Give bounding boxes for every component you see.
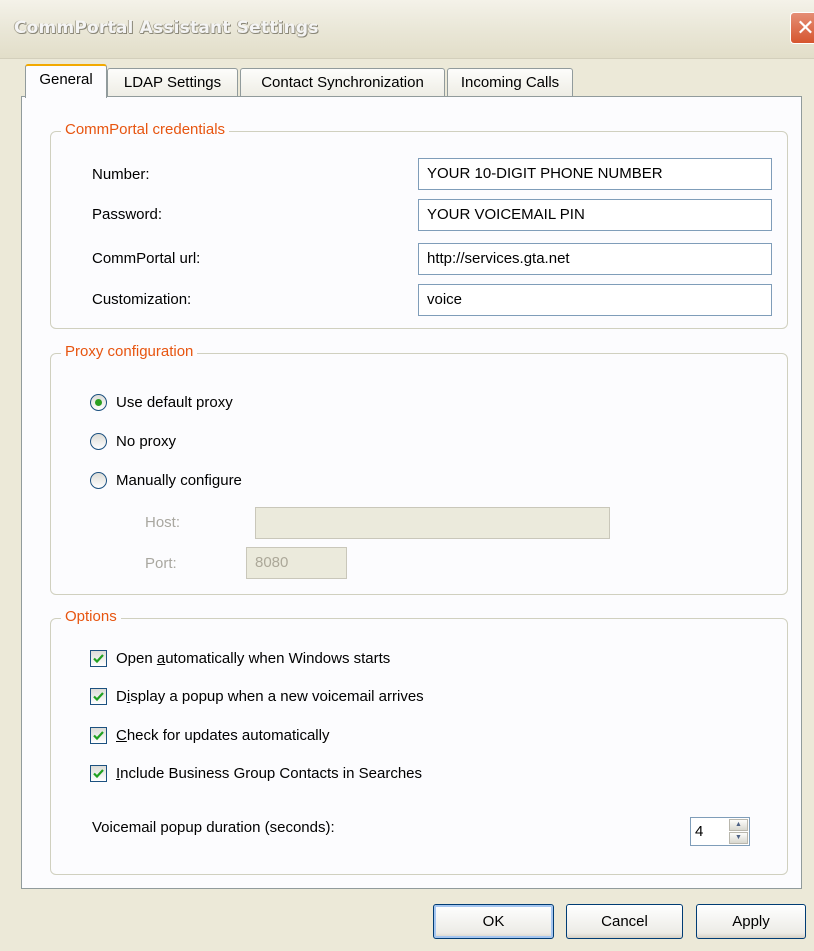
password-label: Password: <box>92 206 163 223</box>
tab-contact-synchronization[interactable]: Contact Synchronization <box>240 68 445 96</box>
password-field[interactable]: YOUR VOICEMAIL PIN <box>418 199 772 231</box>
popup-duration-label: Voicemail popup duration (seconds): <box>92 819 335 836</box>
options-group-title: Options <box>61 608 121 625</box>
use-default-proxy-radio[interactable] <box>90 394 107 411</box>
port-field[interactable]: 8080 <box>246 547 347 579</box>
checkmark-icon <box>93 731 104 741</box>
ok-button[interactable]: OK <box>433 904 554 939</box>
tab-incoming-calls[interactable]: Incoming Calls <box>447 68 573 96</box>
host-label: Host: <box>145 514 181 531</box>
no-proxy-radio[interactable] <box>90 433 107 450</box>
manually-configure-label[interactable]: Manually configure <box>116 472 242 489</box>
display-popup-label[interactable]: Display a popup when a new voicemail arr… <box>116 688 424 705</box>
spinner-buttons: ▲ ▼ <box>729 819 748 844</box>
number-field[interactable]: YOUR 10-DIGIT PHONE NUMBER <box>418 158 772 190</box>
display-popup-checkbox[interactable] <box>90 688 107 705</box>
spin-down-icon[interactable]: ▼ <box>729 832 748 844</box>
title-bar: CommPortal Assistant Settings ✕ <box>0 0 814 59</box>
number-label: Number: <box>92 166 150 183</box>
tab-general[interactable]: General <box>25 64 107 98</box>
tab-label: General <box>39 71 93 88</box>
checkmark-icon <box>93 654 104 664</box>
cancel-button[interactable]: Cancel <box>566 904 683 939</box>
tab-label: LDAP Settings <box>123 74 222 91</box>
customization-field[interactable]: voice <box>418 284 772 316</box>
port-label: Port: <box>145 555 177 572</box>
no-proxy-label[interactable]: No proxy <box>116 433 176 450</box>
credentials-group-title: CommPortal credentials <box>61 121 230 138</box>
radio-selected-dot <box>95 399 102 406</box>
include-business-group-checkbox[interactable] <box>90 765 107 782</box>
commportal-url-label: CommPortal url: <box>92 250 201 267</box>
check-updates-label[interactable]: Check for updates automatically <box>116 727 329 744</box>
customization-label: Customization: <box>92 291 192 308</box>
window-title: CommPortal Assistant Settings <box>14 18 319 38</box>
spin-up-icon[interactable]: ▲ <box>729 819 748 831</box>
host-field[interactable] <box>255 507 610 539</box>
close-button[interactable]: ✕ <box>790 12 814 44</box>
include-business-group-label[interactable]: Include Business Group Contacts in Searc… <box>116 765 422 782</box>
open-automatically-label[interactable]: Open automatically when Windows starts <box>116 650 390 667</box>
checkmark-icon <box>93 769 104 779</box>
popup-duration-value[interactable]: 4 <box>695 823 703 840</box>
tab-label: Contact Synchronization <box>261 74 424 91</box>
tab-label: Incoming Calls <box>460 74 560 91</box>
proxy-group-title: Proxy configuration <box>61 343 198 360</box>
manually-configure-radio[interactable] <box>90 472 107 489</box>
apply-button[interactable]: Apply <box>696 904 806 939</box>
checkmark-icon <box>93 692 104 702</box>
commportal-url-field[interactable]: http://services.gta.net <box>418 243 772 275</box>
use-default-proxy-label[interactable]: Use default proxy <box>116 394 233 411</box>
close-icon: ✕ <box>796 15 814 40</box>
tab-ldap-settings[interactable]: LDAP Settings <box>107 68 238 96</box>
popup-duration-spinner[interactable]: 4 ▲ ▼ <box>690 817 750 846</box>
check-updates-checkbox[interactable] <box>90 727 107 744</box>
open-automatically-checkbox[interactable] <box>90 650 107 667</box>
